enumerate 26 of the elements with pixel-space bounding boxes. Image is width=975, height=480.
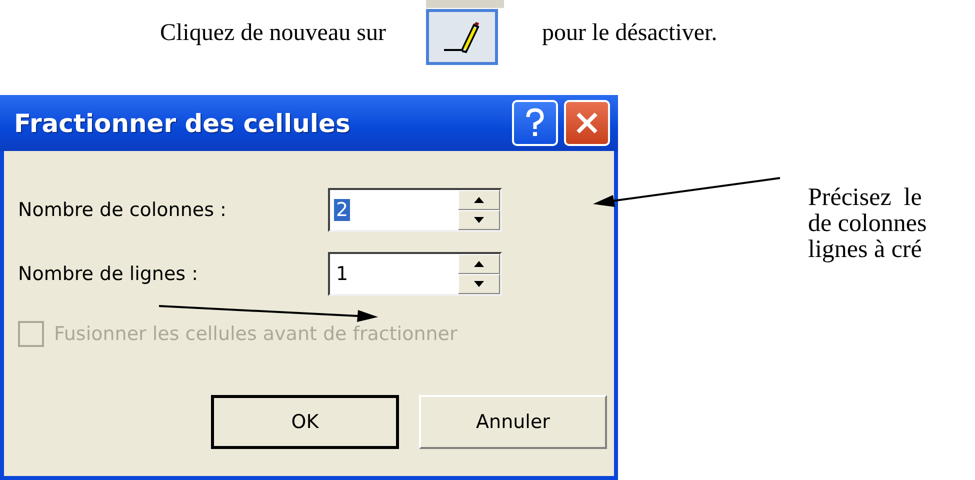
spin-up-button[interactable] [458,190,500,210]
spin-up-button[interactable] [458,254,500,274]
close-button[interactable] [564,100,610,146]
draw-table-button[interactable] [426,9,498,65]
close-icon [574,110,600,136]
callout-text: Précisez le de colonnes lignes à cré [808,185,927,263]
up-arrow-icon [474,197,484,203]
window-title: Fractionner des cellules [14,108,350,138]
down-arrow-icon [474,217,484,223]
spin-down-button[interactable] [458,210,500,230]
spin-field[interactable]: 1 [328,252,502,296]
instruction-text: Cliquez de nouveau sur [160,20,386,47]
help-button[interactable] [512,100,558,146]
field-value: 2 [334,199,350,221]
field-label: Nombre de colonnes : [18,199,228,221]
field-label: Nombre de lignes : [18,263,200,285]
down-arrow-icon [474,281,484,287]
checkbox-label: Fusionner les cellules avant de fractionner [54,323,458,345]
spin-field[interactable]: 2 [328,188,502,232]
field-value: 1 [335,263,350,285]
up-arrow-icon [474,261,484,267]
question-mark-icon [524,108,546,138]
instruction-text: pour le désactiver. [542,20,718,47]
dialog-button[interactable]: Annuler [419,395,607,449]
spin-down-button[interactable] [458,274,500,294]
dialog-button[interactable]: OK [211,395,399,449]
